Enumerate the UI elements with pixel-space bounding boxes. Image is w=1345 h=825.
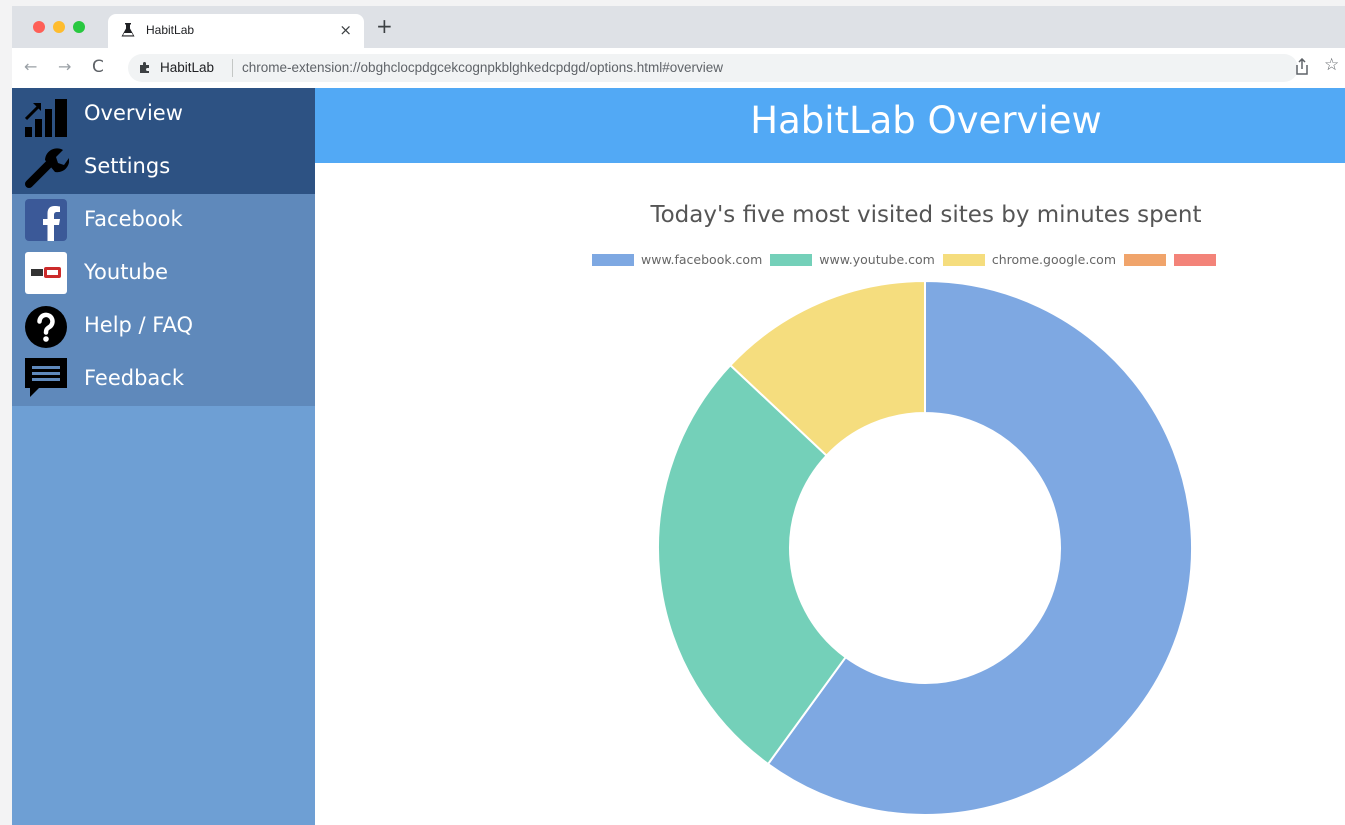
new-tab-button[interactable]: + [376,16,393,36]
minimize-window-button[interactable] [53,21,65,33]
extension-name: HabitLab [160,60,215,75]
address-bar[interactable]: HabitLab chrome-extension://obghclocpdgc… [128,54,1298,82]
wrench-icon [25,148,69,188]
feedback-icon [25,358,67,397]
youtube-icon [25,252,67,294]
sidebar-item-label: Help / FAQ [84,313,193,337]
url-text[interactable]: chrome-extension://obghclocpdgcekcognpkb… [242,60,723,75]
bar-chart-icon [25,99,67,137]
browser-window: HabitLab × + ← → C HabitLab chrome-exten… [12,6,1345,825]
sidebar-item-feedback[interactable]: Feedback [12,353,315,406]
sidebar-item-label: Facebook [84,207,183,231]
page-header: HabitLab Overview [315,88,1345,163]
tab-title: HabitLab [146,23,195,37]
sidebar-item-facebook[interactable]: Facebook [12,194,315,247]
sidebar-item-label: Overview [84,101,183,125]
sidebar-item-help[interactable]: Help / FAQ [12,300,315,353]
sidebar-item-overview[interactable]: Overview [12,88,315,141]
browser-toolbar: ← → C HabitLab chrome-extension://obghcl… [12,48,1345,89]
page-title: HabitLab Overview [750,99,1102,142]
omnibox-divider [232,59,233,77]
puzzle-piece-icon [140,62,149,73]
share-icon[interactable] [1294,58,1310,76]
sidebar-item-label: Feedback [84,366,185,390]
close-tab-icon[interactable]: × [339,21,352,39]
flask-icon [121,23,135,37]
donut-chart [657,279,1193,816]
reload-button[interactable]: C [92,57,104,77]
sidebar-item-label: Youtube [84,260,168,284]
sidebar: Overview Settings Facebook Youtube Help … [12,88,315,825]
back-button[interactable]: ← [24,57,37,77]
facebook-icon [25,199,67,241]
forward-button[interactable]: → [58,57,71,77]
sidebar-item-label: Settings [84,154,171,178]
bookmark-star-icon[interactable]: ☆ [1324,55,1339,75]
help-icon [25,306,67,348]
maximize-window-button[interactable] [73,21,85,33]
tab-habitlab[interactable]: HabitLab × [108,14,364,48]
sidebar-item-youtube[interactable]: Youtube [12,247,315,300]
sidebar-item-settings[interactable]: Settings [12,141,315,194]
tab-strip: HabitLab × + [12,6,1345,48]
close-window-button[interactable] [33,21,45,33]
